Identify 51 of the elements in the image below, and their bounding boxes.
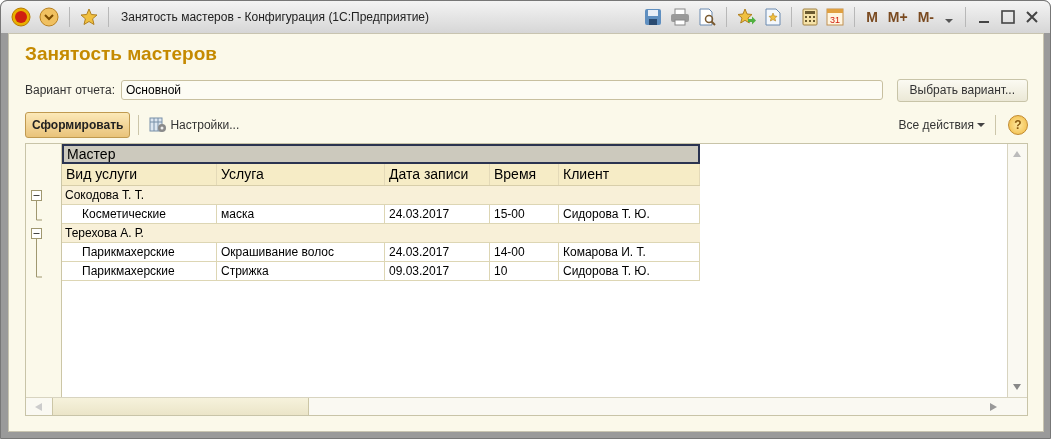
star-icon[interactable] — [80, 8, 98, 26]
memory-button[interactable]: M- — [914, 9, 937, 25]
table-cell: 24.03.2017 — [385, 205, 490, 223]
table-cell: 10 — [490, 262, 559, 280]
memory-button[interactable]: M+ — [884, 9, 911, 25]
table-cell: Комарова И. Т. — [559, 243, 700, 261]
group-header: Мастер — [62, 144, 700, 164]
app-logo-icon[interactable] — [11, 7, 31, 27]
table-cell: Парикмахерские — [62, 262, 217, 280]
table-cell: Окрашивание волос — [217, 243, 385, 261]
table-cell: Косметические — [62, 205, 217, 223]
table-cell: маска — [217, 205, 385, 223]
table-cell: Сидорова Т. Ю. — [559, 205, 700, 223]
favorite-document-icon[interactable] — [765, 8, 782, 26]
generate-button[interactable]: Сформировать — [25, 112, 131, 138]
maximize-icon[interactable] — [1000, 8, 1016, 26]
group-row: Терехова А. Р. — [62, 224, 700, 243]
settings-icon — [149, 117, 168, 133]
table-cell: 24.03.2017 — [385, 243, 490, 261]
save-icon[interactable] — [644, 8, 663, 26]
caret-icon — [977, 122, 985, 128]
scroll-thumb[interactable] — [52, 398, 309, 415]
all-actions-button[interactable]: Все действия — [896, 118, 987, 132]
table-cell: 09.03.2017 — [385, 262, 490, 280]
calculator-icon[interactable] — [802, 8, 819, 26]
print-icon[interactable] — [670, 8, 691, 26]
calendar-icon[interactable]: 31 — [826, 8, 845, 26]
table-cell: Сидорова Т. Ю. — [559, 262, 700, 280]
column-header[interactable]: Вид услуги — [62, 164, 217, 185]
column-header[interactable]: Клиент — [559, 164, 700, 185]
settings-button[interactable]: Настройки... — [147, 117, 242, 133]
table-cell: 15-00 — [490, 205, 559, 223]
memory-button[interactable]: M — [863, 9, 881, 25]
help-button[interactable]: ? — [1008, 115, 1028, 135]
table-cell: Стрижка — [217, 262, 385, 280]
horizontal-scrollbar[interactable] — [26, 397, 1027, 415]
table-cell: Парикмахерские — [62, 243, 217, 261]
menu-icon[interactable] — [39, 7, 59, 27]
column-header[interactable]: Дата записи — [385, 164, 490, 185]
group-row: Сокодова Т. Т. — [62, 186, 700, 205]
column-header[interactable]: Время — [490, 164, 559, 185]
window-title: Занятость мастеров - Конфигурация (1С:Предприятие) — [121, 10, 429, 24]
column-header[interactable]: Услуга — [217, 164, 385, 185]
table-cell: 14-00 — [490, 243, 559, 261]
variant-field[interactable]: Основной — [121, 80, 883, 100]
choose-variant-button[interactable]: Выбрать вариант... — [896, 78, 1028, 102]
preview-icon[interactable] — [698, 8, 717, 26]
variant-label: Вариант отчета: — [25, 83, 115, 97]
vertical-scrollbar[interactable] — [1007, 144, 1027, 397]
star-arrow-icon[interactable] — [737, 8, 758, 26]
form-heading: Занятость мастеров — [25, 43, 218, 65]
